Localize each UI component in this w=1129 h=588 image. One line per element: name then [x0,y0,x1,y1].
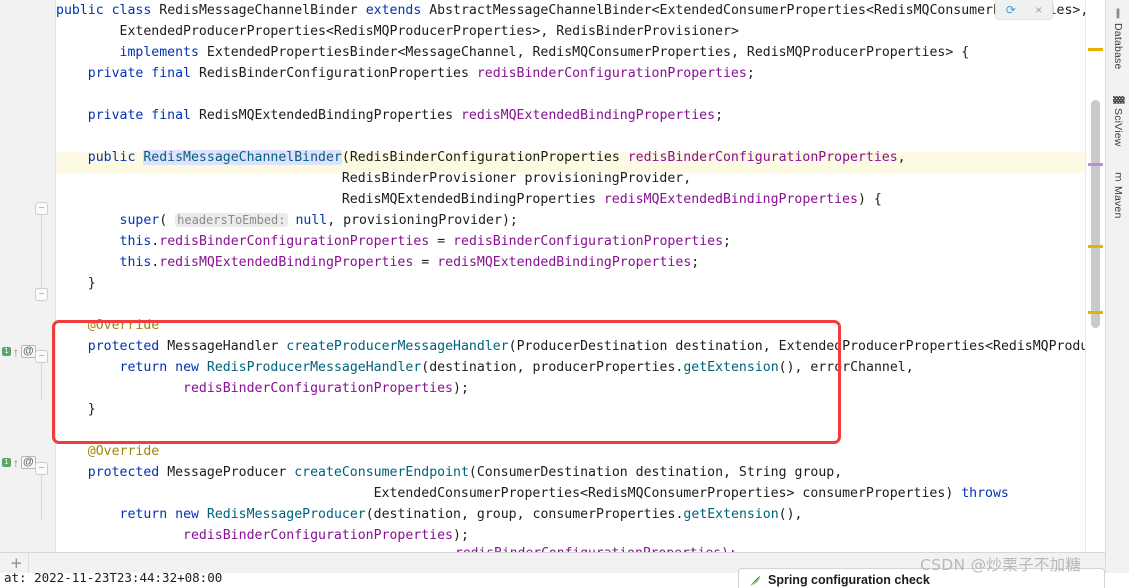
fold-collapse-icon-top[interactable]: − [35,350,48,363]
override-arrow-icon[interactable]: ↑ [13,457,19,469]
timestamp-text: at: 2022-11-23T23:44:32+08:00 [4,573,223,585]
gutter-marker-override-2[interactable]: 1 ↑ @ [2,456,36,469]
notification-title: Spring configuration check [768,573,930,587]
annotation-at-icon[interactable]: @ [21,345,36,358]
editor-float-toolbar[interactable]: ⟳ × [995,0,1053,20]
scrollbar-marker-warning[interactable] [1088,311,1103,314]
fold-collapse-icon-bottom[interactable]: − [35,288,48,301]
maven-icon: m [1112,172,1124,182]
code-canvas[interactable]: public class RedisMessageChannelBinder e… [56,0,1085,552]
scrollbar-thumb[interactable] [1091,100,1100,328]
fold-collapse-icon-top[interactable]: − [35,202,48,215]
fold-region-line [41,472,42,520]
add-button[interactable]: + [10,556,23,571]
database-icon: ‖ [1112,8,1124,19]
spring-leaf-icon [750,575,761,585]
ide-window: 1 ↑ @ 1 ↑ @ − − − − public class RedisMe… [0,0,1129,588]
scrollbar-marker-warning[interactable] [1088,48,1103,51]
right-tool-window-bar[interactable]: ‖ Database ▓ SciView m Maven [1105,0,1129,588]
tool-window-label: SciView [1112,107,1124,147]
close-icon[interactable]: × [1035,4,1042,16]
panel-divider [28,553,29,574]
scrollbar-marker-warning[interactable] [1088,245,1103,248]
tool-window-maven[interactable]: m Maven [1106,172,1129,218]
watermark-text: CSDN @炒栗子不加糖 [920,556,1082,574]
code-editor[interactable]: 1 ↑ @ 1 ↑ @ − − − − public class RedisMe… [0,0,1129,552]
sync-icon[interactable]: ⟳ [1006,4,1016,16]
source-code[interactable]: public class RedisMessageChannelBinder e… [56,0,1085,546]
scrollbar-marker-modified[interactable] [1088,163,1103,166]
override-arrow-icon[interactable]: ↑ [13,346,19,358]
grid-icon: ▓ [1112,96,1124,104]
fold-collapse-icon-top[interactable]: − [35,462,48,475]
fold-region-line [41,360,42,400]
tool-window-label: Database [1112,23,1124,70]
gutter-badge-count: 1 [2,347,11,356]
annotation-at-icon[interactable]: @ [21,456,36,469]
gutter-badge-count: 1 [2,458,11,467]
editor-scrollbar[interactable] [1085,0,1105,552]
gutter-marker-override-1[interactable]: 1 ↑ @ [2,345,36,358]
tool-window-sciview[interactable]: ▓ SciView [1106,96,1129,146]
tool-window-database[interactable]: ‖ Database [1106,8,1129,70]
tool-window-label: Maven [1112,185,1124,219]
